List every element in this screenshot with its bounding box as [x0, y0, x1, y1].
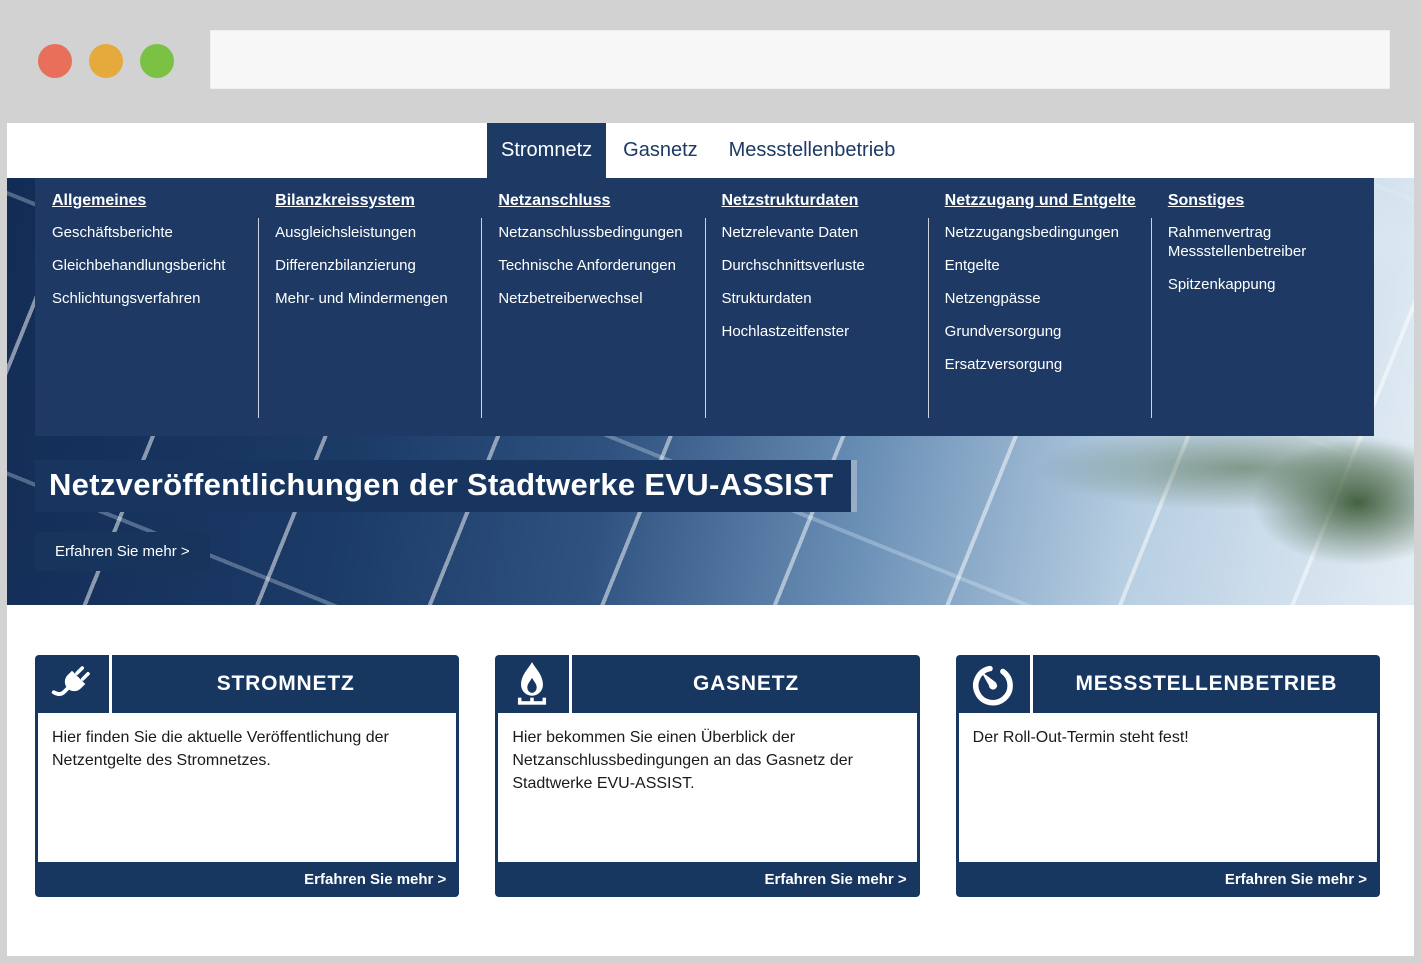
menu-heading-sonstiges[interactable]: Sonstiges [1168, 192, 1364, 210]
stromnetz-mega-menu: Allgemeines Geschäftsberichte Gleichbeha… [35, 178, 1374, 436]
close-window-icon[interactable] [38, 44, 72, 78]
menu-heading-netzanschluss[interactable]: Netzanschluss [498, 192, 694, 210]
address-bar[interactable] [210, 30, 1390, 89]
browser-chrome [0, 0, 1421, 123]
card-messstellenbetrieb-body: Der Roll-Out-Termin steht fest! [956, 713, 1380, 862]
card-gasnetz-learn-more-link[interactable]: Erfahren Sie mehr > [495, 862, 919, 897]
menu-column-netzstrukturdaten: Netzstrukturdaten Netzrelevante Daten Du… [705, 188, 928, 436]
card-gasnetz: GASNETZ Hier bekommen Sie einen Überblic… [495, 655, 919, 897]
card-stromnetz: STROMNETZ Hier finden Sie die aktuelle V… [35, 655, 459, 897]
menu-item[interactable]: Hochlastzeitfenster [722, 322, 918, 341]
card-messstellenbetrieb-header: MESSSTELLENBETRIEB [956, 655, 1380, 713]
menu-item[interactable]: Ersatzversorgung [945, 355, 1141, 374]
menu-item[interactable]: Strukturdaten [722, 289, 918, 308]
meter-gauge-icon [968, 659, 1018, 709]
page-window: Netzveröffentlichungen der Stadtwerke EV… [7, 123, 1414, 956]
menu-item[interactable]: Mehr- und Mindermengen [275, 289, 471, 308]
power-plug-icon [47, 659, 97, 709]
tab-gasnetz[interactable]: Gasnetz [609, 123, 711, 178]
menu-item[interactable]: Netzbetreiberwechsel [498, 289, 694, 308]
page-title: Netzveröffentlichungen der Stadtwerke EV… [35, 460, 851, 512]
card-gasnetz-title: GASNETZ [572, 672, 919, 696]
card-messstellenbetrieb-title: MESSSTELLENBETRIEB [1033, 672, 1380, 696]
menu-item[interactable]: Durchschnittsverluste [722, 256, 918, 275]
menu-item[interactable]: Spitzenkappung [1168, 275, 1364, 294]
card-messstellenbetrieb-learn-more-link[interactable]: Erfahren Sie mehr > [956, 862, 1380, 897]
menu-heading-allgemeines[interactable]: Allgemeines [52, 192, 248, 210]
menu-column-sonstiges: Sonstiges Rahmenvertrag Messstellenbetre… [1151, 188, 1374, 436]
menu-item[interactable]: Differenzbilanzierung [275, 256, 471, 275]
menu-item[interactable]: Technische Anforderungen [498, 256, 694, 275]
menu-heading-netzstrukturdaten[interactable]: Netzstrukturdaten [722, 192, 918, 210]
card-stromnetz-learn-more-link[interactable]: Erfahren Sie mehr > [35, 862, 459, 897]
menu-item[interactable]: Netzrelevante Daten [722, 223, 918, 242]
tab-stromnetz[interactable]: Stromnetz [487, 123, 606, 178]
menu-item[interactable]: Geschäftsberichte [52, 223, 248, 242]
menu-column-bilanzkreissystem: Bilanzkreissystem Ausgleichsleistungen D… [258, 188, 481, 436]
menu-item[interactable]: Entgelte [945, 256, 1141, 275]
minimize-window-icon[interactable] [89, 44, 123, 78]
tab-messstellenbetrieb[interactable]: Messstellenbetrieb [715, 123, 910, 178]
window-controls [38, 44, 174, 78]
menu-item[interactable]: Netzanschlussbedingungen [498, 223, 694, 242]
menu-item[interactable]: Ausgleichsleistungen [275, 223, 471, 242]
card-stromnetz-title: STROMNETZ [112, 672, 459, 696]
menu-item[interactable]: Rahmenvertrag Messstellenbetreiber [1168, 223, 1364, 261]
card-stromnetz-header: STROMNETZ [35, 655, 459, 713]
menu-item[interactable]: Netzengpässe [945, 289, 1141, 308]
menu-column-netzanschluss: Netzanschluss Netzanschlussbedingungen T… [481, 188, 704, 436]
card-stromnetz-body: Hier finden Sie die aktuelle Veröffentli… [35, 713, 459, 862]
card-messstellenbetrieb: MESSSTELLENBETRIEB Der Roll-Out-Termin s… [956, 655, 1380, 897]
maximize-window-icon[interactable] [140, 44, 174, 78]
hero-learn-more-button[interactable]: Erfahren Sie mehr > [35, 532, 210, 571]
gas-flame-icon [507, 659, 557, 709]
menu-heading-bilanzkreissystem[interactable]: Bilanzkreissystem [275, 192, 471, 210]
card-gasnetz-header: GASNETZ [495, 655, 919, 713]
menu-item[interactable]: Gleichbehandlungsbericht [52, 256, 248, 275]
menu-item[interactable]: Schlichtungsverfahren [52, 289, 248, 308]
menu-heading-netzzugang-und-entgelte[interactable]: Netzzugang und Entgelte [945, 192, 1141, 210]
menu-column-netzzugang-und-entgelte: Netzzugang und Entgelte Netzzugangsbedin… [928, 188, 1151, 436]
nav-tabs: Stromnetz Gasnetz Messstellenbetrieb [487, 123, 912, 178]
menu-item[interactable]: Grundversorgung [945, 322, 1141, 341]
main-navbar: Stromnetz Gasnetz Messstellenbetrieb [7, 123, 1414, 178]
menu-column-allgemeines: Allgemeines Geschäftsberichte Gleichbeha… [35, 188, 258, 436]
teaser-cards: STROMNETZ Hier finden Sie die aktuelle V… [35, 655, 1380, 897]
card-gasnetz-body: Hier bekommen Sie einen Überblick der Ne… [495, 713, 919, 862]
menu-item[interactable]: Netzzugangsbedingungen [945, 223, 1141, 242]
